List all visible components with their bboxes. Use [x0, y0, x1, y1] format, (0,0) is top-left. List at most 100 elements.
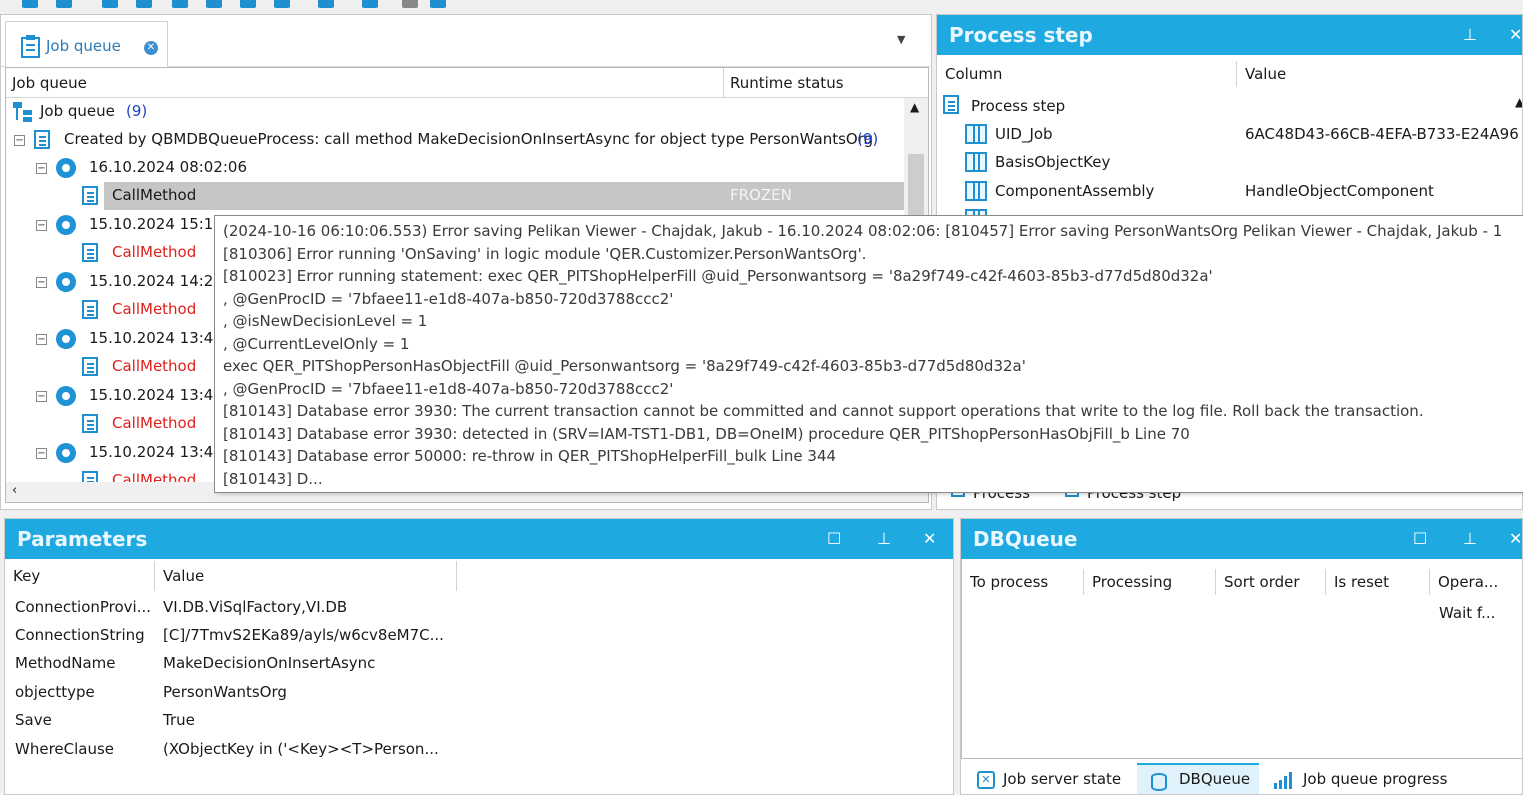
- toolbar-document-icon[interactable]: [102, 0, 118, 8]
- column-header-sort-order[interactable]: Sort order: [1216, 569, 1326, 595]
- clipboard-icon: [82, 357, 98, 376]
- gear-icon: [56, 215, 76, 235]
- parameter-value: PersonWantsOrg: [163, 683, 287, 701]
- ps-value: HandleObjectComponent: [1245, 182, 1434, 200]
- scroll-up-icon[interactable]: ▲: [1515, 95, 1522, 109]
- parameter-key: ConnectionProvi...: [15, 598, 152, 616]
- tooltip-line: , @GenProcID = '7bfaee11-e1d8-407a-b850-…: [223, 289, 674, 308]
- ps-row[interactable]: BasisObjectKey: [937, 149, 1522, 177]
- tab-job-queue[interactable]: Job queue ✕: [5, 21, 168, 67]
- pin-icon[interactable]: ⊥: [877, 519, 891, 559]
- column-header-job-queue[interactable]: Job queue: [6, 68, 724, 98]
- tab-dropdown-icon[interactable]: ▼: [897, 33, 905, 46]
- table-icon: [965, 181, 987, 201]
- parameter-value: VI.DB.ViSqlFactory,VI.DB: [163, 598, 348, 616]
- job-timestamp: 15.10.2024 13:49: [89, 329, 223, 347]
- ps-column-name: ComponentAssembly: [995, 182, 1155, 200]
- collapse-icon[interactable]: −: [36, 163, 47, 174]
- tab-job-queue-label: Job queue: [46, 37, 121, 55]
- column-header-to-process[interactable]: To process: [962, 569, 1084, 595]
- ps-root-row[interactable]: Process step: [937, 93, 1522, 121]
- maximize-icon[interactable]: ☐: [1413, 519, 1427, 559]
- toolbar-remove-icon[interactable]: [56, 0, 72, 8]
- tooltip-line: [810143] Database error 50000: re-throw …: [223, 447, 837, 465]
- job-timestamp: 15.10.2024 13:45: [89, 443, 223, 461]
- ps-root-label: Process step: [971, 97, 1066, 115]
- column-header-key[interactable]: Key: [5, 561, 155, 591]
- gear-icon: [56, 272, 76, 292]
- column-header-value[interactable]: Value: [155, 561, 457, 591]
- tree-group-count: (9): [857, 130, 879, 148]
- tree-row-group[interactable]: − Created by QBMDBQueueProcess: call met…: [6, 126, 906, 154]
- process-step-title: Process step: [937, 15, 1522, 55]
- tooltip-line: , @isNewDecisionLevel = 1: [223, 312, 428, 330]
- tree-root-count: (9): [126, 102, 148, 120]
- close-tab-icon[interactable]: ✕: [144, 41, 158, 55]
- gear-icon: [56, 386, 76, 406]
- close-icon[interactable]: ✕: [923, 519, 936, 559]
- parameter-value: [C]/7TmvS2EKa89/ayls/w6cv8eM7C...: [163, 626, 444, 644]
- parameter-key: objecttype: [15, 683, 95, 701]
- maximize-icon[interactable]: ☐: [827, 519, 841, 559]
- collapse-icon[interactable]: −: [36, 448, 47, 459]
- toolbar-clear-icon[interactable]: [402, 0, 418, 8]
- close-icon[interactable]: ✕: [1509, 519, 1522, 559]
- toolbar-save-icon[interactable]: [172, 0, 188, 8]
- dbqueue-cell-operation: Wait f...: [1439, 604, 1496, 622]
- database-icon: [1151, 773, 1167, 791]
- tree-row-callmethod[interactable]: CallMethod FROZEN: [6, 182, 906, 210]
- clipboard-icon: [82, 186, 98, 205]
- pin-icon[interactable]: ⊥: [1463, 15, 1477, 55]
- tooltip-line: [810143] Database error 3930: The curren…: [223, 402, 1424, 420]
- job-timestamp: 15.10.2024 13:49: [89, 386, 223, 404]
- toolbar-edit-icon[interactable]: [274, 0, 290, 8]
- collapse-icon[interactable]: −: [36, 334, 47, 345]
- column-header-column[interactable]: Column: [937, 61, 1237, 87]
- scroll-up-icon[interactable]: ▲: [910, 100, 919, 114]
- toolbar-clipboard-icon[interactable]: [136, 0, 152, 8]
- column-header-is-reset[interactable]: Is reset: [1326, 569, 1430, 595]
- job-timestamp: 15.10.2024 15:18: [89, 215, 223, 233]
- parameter-key: ConnectionString: [15, 626, 145, 644]
- tab-dbqueue[interactable]: DBQueue: [1137, 763, 1259, 794]
- gear-icon: [56, 329, 76, 349]
- column-header-processing[interactable]: Processing: [1084, 569, 1216, 595]
- hierarchy-icon: [13, 102, 32, 122]
- close-icon[interactable]: ✕: [1509, 15, 1522, 55]
- collapse-icon[interactable]: −: [36, 220, 47, 231]
- clipboard-icon: [82, 414, 98, 433]
- toolbar-up-icon[interactable]: [362, 0, 378, 8]
- column-header-value[interactable]: Value: [1237, 61, 1522, 87]
- table-icon: [965, 124, 987, 144]
- toolbar-copy-icon[interactable]: [206, 0, 222, 8]
- column-header-runtime-status[interactable]: Runtime status: [724, 68, 928, 98]
- scroll-left-icon[interactable]: ‹: [12, 483, 17, 498]
- tooltip-line: , @CurrentLevelOnly = 1: [223, 334, 410, 353]
- tree-row-root[interactable]: Job queue (9): [6, 98, 906, 126]
- column-header-operation[interactable]: Opera...: [1430, 569, 1522, 595]
- collapse-icon[interactable]: −: [36, 391, 47, 402]
- clipboard-icon: [943, 95, 959, 114]
- ps-row[interactable]: ComponentAssembly HandleObjectComponent: [937, 178, 1522, 206]
- collapse-icon[interactable]: −: [14, 135, 25, 146]
- runtime-status: FROZEN: [730, 186, 792, 204]
- ps-row[interactable]: UID_Job 6AC48D43-66CB-4EFA-B733-E24A96: [937, 121, 1522, 149]
- parameter-key: MethodName: [15, 654, 116, 672]
- collapse-icon[interactable]: −: [36, 277, 47, 288]
- job-timestamp: 16.10.2024 08:02:06: [89, 158, 248, 176]
- ps-column-name: UID_Job: [995, 125, 1053, 143]
- toolbar-grid-icon[interactable]: [318, 0, 334, 8]
- toolbar-list-icon[interactable]: [240, 0, 256, 8]
- toolbar-add-icon[interactable]: [22, 0, 38, 8]
- toolbar-refresh-icon[interactable]: [430, 0, 446, 8]
- tooltip-line: [810143] D...: [223, 469, 323, 488]
- clipboard-icon: [21, 35, 40, 58]
- toolbar: [0, 0, 1523, 12]
- tree-root-label: Job queue: [40, 102, 115, 120]
- parameters-title: Parameters: [5, 519, 953, 559]
- server-state-icon: ✕: [977, 771, 995, 789]
- tree-row-job[interactable]: − 16.10.2024 08:02:06: [6, 154, 906, 182]
- tooltip-line: [810143] Database error 3930: detected i…: [223, 424, 1190, 443]
- pin-icon[interactable]: ⊥: [1463, 519, 1477, 559]
- clipboard-icon: [82, 300, 98, 319]
